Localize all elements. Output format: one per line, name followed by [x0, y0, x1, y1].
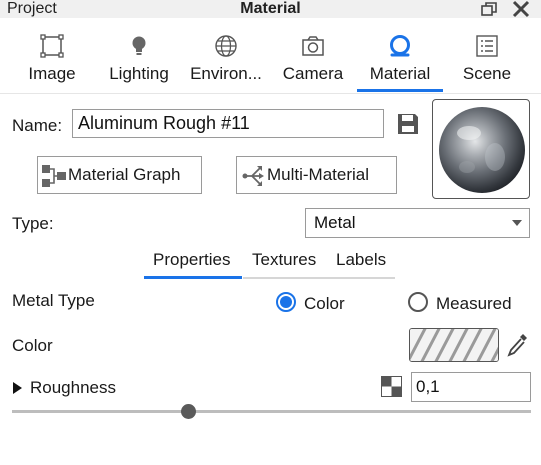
tab-lighting[interactable]: Lighting	[96, 30, 182, 92]
graph-nodes-icon	[41, 163, 67, 189]
material-sphere-icon	[387, 33, 413, 59]
material-preview[interactable]	[432, 99, 530, 199]
eyedropper-icon[interactable]	[505, 331, 529, 359]
multi-material-icon	[240, 163, 266, 189]
material-type-dropdown[interactable]: Metal	[305, 208, 530, 238]
camera-icon	[300, 33, 326, 59]
list-icon	[474, 33, 500, 59]
roughness-value-field[interactable]: 0,1	[411, 372, 531, 402]
restore-window-icon[interactable]	[480, 1, 498, 17]
name-label: Name:	[12, 116, 63, 135]
active-subtab-indicator	[144, 276, 242, 279]
color-swatch[interactable]	[409, 328, 499, 362]
material-name-field[interactable]: Aluminum Rough #11	[72, 109, 384, 138]
type-label: Type:	[12, 214, 54, 233]
color-label: Color	[12, 336, 53, 355]
expand-triangle-icon[interactable]	[13, 382, 22, 394]
tab-bar: Image Lighting Environ... Camera Materia…	[0, 30, 541, 92]
material-preview-sphere	[439, 107, 525, 193]
panel-titlebar: Project Material	[0, 0, 541, 18]
tab-camera[interactable]: Camera	[272, 30, 354, 92]
subtab-labels[interactable]: Labels	[336, 249, 386, 271]
roughness-slider-thumb[interactable]	[181, 404, 196, 419]
hatch-pattern	[410, 329, 498, 361]
metal-type-label: Metal Type	[12, 291, 95, 310]
tab-image[interactable]: Image	[8, 30, 96, 92]
radio-color[interactable]	[276, 292, 296, 312]
tab-scene[interactable]: Scene	[444, 30, 530, 92]
radio-measured[interactable]	[408, 292, 428, 312]
material-type-value: Metal	[314, 213, 356, 232]
subtab-divider	[243, 277, 395, 279]
lightbulb-icon	[126, 33, 152, 59]
chevron-down-icon	[512, 220, 522, 226]
tab-divider	[0, 93, 541, 94]
tab-environment[interactable]: Environ...	[182, 30, 270, 92]
roughness-label: Roughness	[30, 378, 117, 397]
subtab-properties[interactable]: Properties	[153, 249, 230, 271]
image-icon	[39, 33, 65, 59]
radio-color-label[interactable]: Color	[304, 294, 345, 314]
material-graph-button[interactable]: Material Graph	[37, 156, 202, 194]
tab-material[interactable]: Material	[357, 30, 443, 92]
close-icon[interactable]	[511, 0, 531, 18]
active-tab-indicator	[357, 89, 443, 92]
globe-icon	[213, 33, 239, 59]
multi-material-button[interactable]: Multi-Material	[236, 156, 397, 194]
save-icon[interactable]	[396, 112, 420, 136]
roughness-slider-track[interactable]	[12, 410, 531, 413]
panel-title: Material	[240, 0, 301, 17]
radio-measured-label[interactable]: Measured	[436, 294, 512, 314]
texture-checker-icon[interactable]	[381, 376, 402, 397]
subtab-textures[interactable]: Textures	[252, 249, 316, 271]
